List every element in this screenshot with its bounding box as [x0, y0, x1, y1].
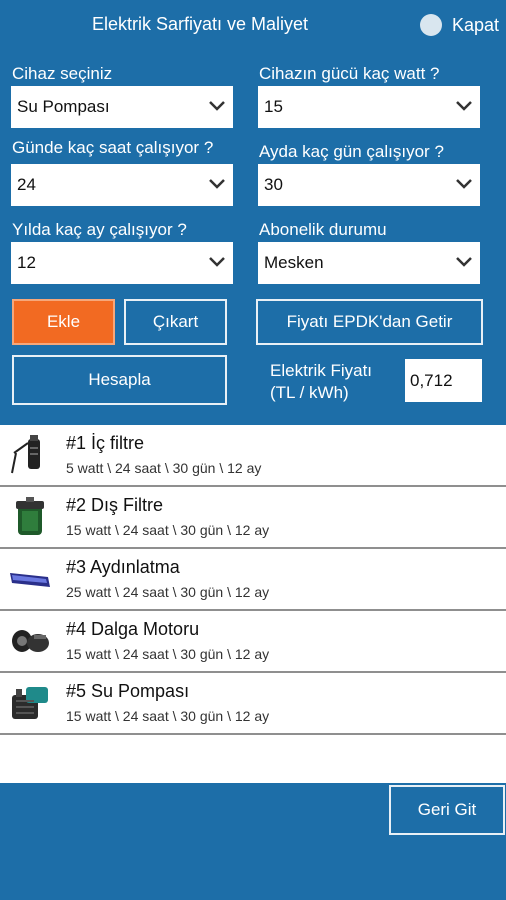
calculate-button[interactable]: Hesapla — [12, 355, 227, 405]
months-select-value: 12 — [17, 253, 36, 272]
fetch-price-button[interactable]: Fiyatı EPDK'dan Getir — [256, 299, 483, 345]
days-select-value: 30 — [264, 175, 283, 194]
hours-select-value: 24 — [17, 175, 36, 194]
water-pump-icon — [12, 687, 48, 719]
chevron-down-icon — [209, 101, 225, 111]
close-label[interactable]: Kapat — [452, 15, 499, 36]
days-label: Ayda kaç gün çalışıyor ? — [259, 142, 444, 161]
subscription-select[interactable]: Mesken — [258, 242, 480, 284]
device-detail: 5 watt \ 24 saat \ 30 gün \ 12 ay — [66, 460, 262, 476]
back-button[interactable]: Geri Git — [389, 785, 505, 835]
electricity-price-label: Elektrik Fiyatı (TL / kWh) — [270, 360, 372, 404]
subscription-label: Abonelik durumu — [259, 220, 387, 239]
device-select[interactable]: Su Pompası — [11, 86, 233, 128]
device-detail: 15 watt \ 24 saat \ 30 gün \ 12 ay — [66, 522, 270, 538]
list-item[interactable]: #2 Dış Filtre 15 watt \ 24 saat \ 30 gün… — [0, 487, 506, 549]
device-name: #4 Dalga Motoru — [66, 619, 200, 639]
days-select[interactable]: 30 — [258, 164, 480, 206]
chevron-down-icon — [456, 101, 472, 111]
device-detail: 15 watt \ 24 saat \ 30 gün \ 12 ay — [66, 708, 270, 724]
power-select-value: 15 — [264, 97, 283, 116]
hours-label: Günde kaç saat çalışıyor ? — [12, 138, 214, 157]
device-name: #2 Dış Filtre — [66, 495, 164, 515]
power-select[interactable]: 15 — [258, 86, 480, 128]
price-label-line1: Elektrik Fiyatı — [270, 361, 373, 380]
remove-button-label: Çıkart — [152, 312, 199, 331]
calculate-button-label: Hesapla — [88, 370, 151, 389]
close-radio-icon[interactable] — [420, 14, 442, 36]
inner-filter-icon — [11, 435, 40, 474]
chevron-down-icon — [209, 257, 225, 267]
months-label: Yılda kaç ay çalışıyor ? — [12, 220, 187, 239]
add-button[interactable]: Ekle — [12, 299, 115, 345]
chevron-down-icon — [456, 257, 472, 267]
back-button-label: Geri Git — [417, 800, 477, 819]
device-label: Cihaz seçiniz — [12, 64, 113, 83]
months-select[interactable]: 12 — [11, 242, 233, 284]
fetch-price-button-label: Fiyatı EPDK'dan Getir — [286, 312, 453, 331]
list-item[interactable]: #5 Su Pompası 15 watt \ 24 saat \ 30 gün… — [0, 673, 506, 735]
top-bar: Elektrik Sarfiyatı ve Maliyet Kapat — [0, 0, 506, 50]
subscription-select-value: Mesken — [264, 253, 324, 272]
power-label: Cihazın gücü kaç watt ? — [259, 64, 440, 83]
led-light-icon — [10, 573, 50, 587]
device-detail: 15 watt \ 24 saat \ 30 gün \ 12 ay — [66, 646, 270, 662]
external-filter-icon — [16, 497, 44, 535]
page-title: Elektrik Sarfiyatı ve Maliyet — [92, 14, 309, 34]
device-detail: 25 watt \ 24 saat \ 30 gün \ 12 ay — [66, 584, 270, 600]
list-item[interactable]: #3 Aydınlatma 25 watt \ 24 saat \ 30 gün… — [0, 549, 506, 611]
wave-maker-icon — [12, 630, 49, 652]
hours-select[interactable]: 24 — [11, 164, 233, 206]
device-list: #1 İç filtre 5 watt \ 24 saat \ 30 gün \… — [0, 425, 506, 783]
device-name: #1 İç filtre — [66, 433, 145, 453]
device-name: #3 Aydınlatma — [66, 557, 180, 577]
list-item[interactable]: #4 Dalga Motoru 15 watt \ 24 saat \ 30 g… — [0, 611, 506, 673]
bottom-bar: Geri Git — [0, 783, 506, 900]
add-button-label: Ekle — [46, 312, 81, 331]
electricity-price-input[interactable]: 0,712 — [405, 359, 482, 402]
remove-button[interactable]: Çıkart — [124, 299, 227, 345]
device-name: #5 Su Pompası — [66, 681, 190, 701]
list-item[interactable]: #1 İç filtre 5 watt \ 24 saat \ 30 gün \… — [0, 425, 506, 487]
device-select-value: Su Pompası — [17, 97, 110, 116]
chevron-down-icon — [209, 179, 225, 189]
price-label-line2: (TL / kWh) — [270, 383, 349, 402]
chevron-down-icon — [456, 179, 472, 189]
